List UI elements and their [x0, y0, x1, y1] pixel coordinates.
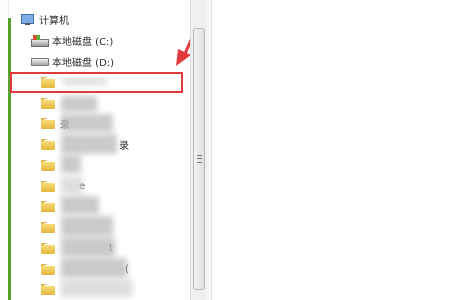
scrollbar-thumb[interactable] — [193, 28, 205, 290]
file-list-pane[interactable] — [212, 0, 450, 300]
tree-scrollbar[interactable] — [190, 0, 208, 300]
scrollbar-grip-icon — [197, 155, 202, 163]
